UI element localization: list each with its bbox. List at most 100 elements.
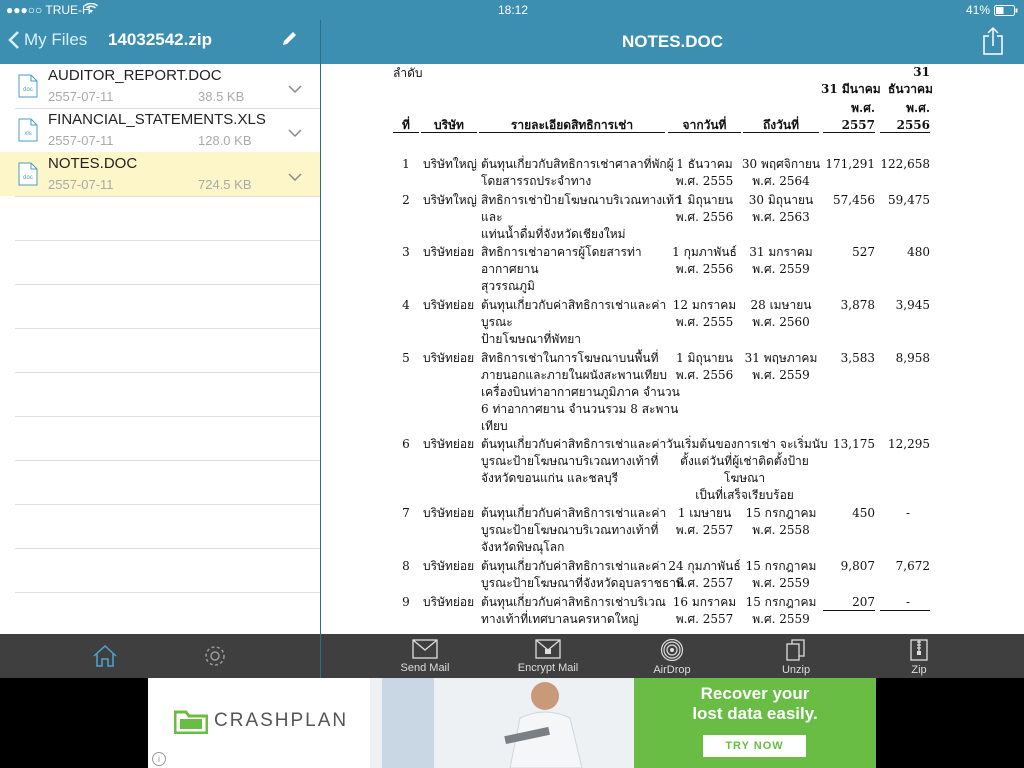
header-underline (880, 132, 930, 133)
row-value-2556: 7,672 (895, 559, 930, 573)
row-to-date: 31 มกราคม (749, 245, 813, 259)
row-value-2556: - (905, 506, 910, 520)
row-detail: เทียบ (481, 419, 508, 433)
ad-brand: CRASHPLAN (214, 710, 349, 731)
row-number: 3 (402, 245, 410, 259)
chevron-down-icon[interactable] (288, 122, 302, 141)
row-separator (15, 240, 320, 241)
file-list-navbar: My Files 14032542.zip (0, 20, 320, 64)
row-separator (15, 460, 320, 461)
row-separator (15, 548, 320, 549)
row-detail: สิทธิการเช่าอาคารผู้โดยสารท่า (481, 245, 642, 259)
wifi-icon (83, 2, 99, 17)
xls-file-icon: xls (18, 118, 38, 146)
ad-headline: Recover your lost data easily. (634, 684, 876, 724)
total-underline (823, 610, 875, 611)
row-detail: และ (481, 210, 503, 224)
document-toolbar: Send Mail Encrypt Mail AirDrop Unzip Zip (321, 634, 1024, 678)
doc-header-col1-top: 31 มีนาคม (821, 82, 881, 96)
document-navbar: NOTES.DOC (321, 20, 1024, 64)
row-detail: บูรณะป้ายโฆษณาบริเวณทางเท้าที่ (481, 523, 659, 537)
row-company: บริษัทย่อย (423, 437, 475, 451)
row-value-2557: 3,583 (840, 351, 875, 365)
file-row-auditor-report[interactable]: doc AUDITOR_REPORT.DOC 2557-07-11 38.5 K… (0, 64, 320, 108)
row-to-year: พ.ศ. 2563 (752, 210, 810, 224)
row-from-year: พ.ศ. 2555 (675, 174, 734, 188)
send-mail-button[interactable]: Send Mail (380, 634, 470, 678)
total-underline (880, 610, 930, 611)
row-to-date: 15 กรกฎาคม (745, 595, 817, 609)
try-now-button[interactable]: TRY NOW (703, 735, 806, 757)
home-icon[interactable] (92, 644, 118, 672)
row-value-2556: - (905, 595, 910, 609)
archive-name: 14032542.zip (108, 30, 212, 49)
row-from-year: พ.ศ. 2556 (675, 262, 734, 276)
row-value-2557: 450 (852, 506, 875, 520)
file-name: FINANCIAL_STATEMENTS.XLS (48, 111, 266, 128)
file-list-toolbar (0, 634, 320, 678)
row-from-year: พ.ศ. 2557 (675, 523, 734, 537)
row-value-2556: 480 (907, 245, 930, 259)
row-separator (15, 372, 320, 373)
row-separator (15, 416, 320, 417)
unzip-button[interactable]: Unzip (751, 634, 841, 678)
battery-percent: 41% (966, 3, 991, 17)
gear-icon[interactable] (203, 644, 227, 672)
file-row-financial-statements[interactable]: xls FINANCIAL_STATEMENTS.XLS 2557-07-11 … (0, 108, 320, 152)
doc-file-icon: doc (18, 162, 38, 190)
header-underline (479, 132, 665, 133)
ad-info-icon[interactable]: i (152, 752, 166, 766)
row-number: 7 (402, 506, 410, 520)
encrypt-mail-label: Encrypt Mail (517, 662, 579, 674)
share-icon[interactable] (982, 26, 1004, 60)
row-to-year: พ.ศ. 2559 (752, 368, 810, 382)
ad-headline-line-1: Recover your (700, 684, 810, 703)
unzip-label: Unzip (781, 664, 811, 676)
row-detail: ต้นทุนเกี่ยวกับค่าสิทธิการเช่าและค่า (481, 298, 667, 312)
row-detail: ต้นทุนเกี่ยวกับค่าสิทธิการเช่าบริเวณ (481, 595, 666, 609)
row-detail: แท่นน้ำดื่มที่จังหวัดเชียงใหม่ (481, 227, 626, 241)
row-company: บริษัทย่อย (423, 595, 475, 609)
row-detail: สุวรรณภูมิ (481, 279, 535, 293)
zip-button[interactable]: Zip (874, 634, 964, 678)
doc-header-col2-num: 31 (913, 65, 930, 79)
ad-cta-panel: Recover your lost data easily. TRY NOW (634, 678, 876, 768)
carrier-label: ●●●○○ TRUE-H (6, 3, 91, 17)
back-button-label: My Files (24, 30, 88, 49)
row-separator (15, 592, 320, 593)
document-view[interactable]: ลำดับ 31 31 มีนาคม ธันวาคม พ.ศ. พ.ศ. ที่… (321, 64, 1024, 634)
back-button[interactable]: My Files (8, 30, 87, 50)
file-row-notes-selected[interactable]: doc NOTES.DOC 2557-07-11 724.5 KB (0, 152, 320, 196)
row-detail: ภายนอกและภายในผนังสะพานเทียบ (481, 368, 668, 382)
row-value-2556: 3,945 (895, 298, 930, 312)
row-to-year: พ.ศ. 2559 (752, 262, 810, 276)
row-company: บริษัทใหญ่ (423, 157, 477, 171)
row-company: บริษัทย่อย (423, 351, 475, 365)
svg-text:doc: doc (23, 175, 33, 181)
chevron-down-icon[interactable] (288, 78, 302, 97)
chevron-down-icon[interactable] (288, 166, 302, 185)
svg-text:xls: xls (24, 131, 31, 137)
send-mail-label: Send Mail (400, 662, 450, 674)
row-company: บริษัทใหญ่ (423, 193, 477, 207)
edit-icon[interactable] (280, 30, 298, 53)
airdrop-button[interactable]: AirDrop (627, 634, 717, 678)
row-period-note: เป็นที่เสร็จเรียบร้อย (695, 488, 794, 502)
row-value-2557: 57,456 (833, 193, 875, 207)
row-company: บริษัทย่อย (423, 559, 475, 573)
mail-icon (412, 639, 438, 659)
doc-header-col2-mid: พ.ศ. (906, 101, 930, 115)
row-number: 5 (402, 351, 410, 365)
file-date: 2557-07-11 (48, 133, 114, 148)
row-from-date: 1 เมษายน (677, 506, 732, 520)
row-detail: บูรณะ (481, 315, 513, 329)
ad-banner[interactable]: CRASHPLAN i Recover your lost data easil… (148, 678, 876, 768)
row-to-date: 15 กรกฎาคม (745, 559, 817, 573)
row-detail: 6 ท่าอากาศยาน จำนวนรวม 8 สะพาน (481, 402, 679, 416)
row-detail: จังหวัดพิษณุโลก (481, 540, 565, 554)
row-from-year: พ.ศ. 2556 (675, 368, 734, 382)
encrypt-mail-button[interactable]: Encrypt Mail (503, 634, 593, 678)
row-to-year: พ.ศ. 2559 (752, 612, 810, 626)
airdrop-label: AirDrop (653, 664, 691, 676)
battery-icon (994, 5, 1018, 19)
